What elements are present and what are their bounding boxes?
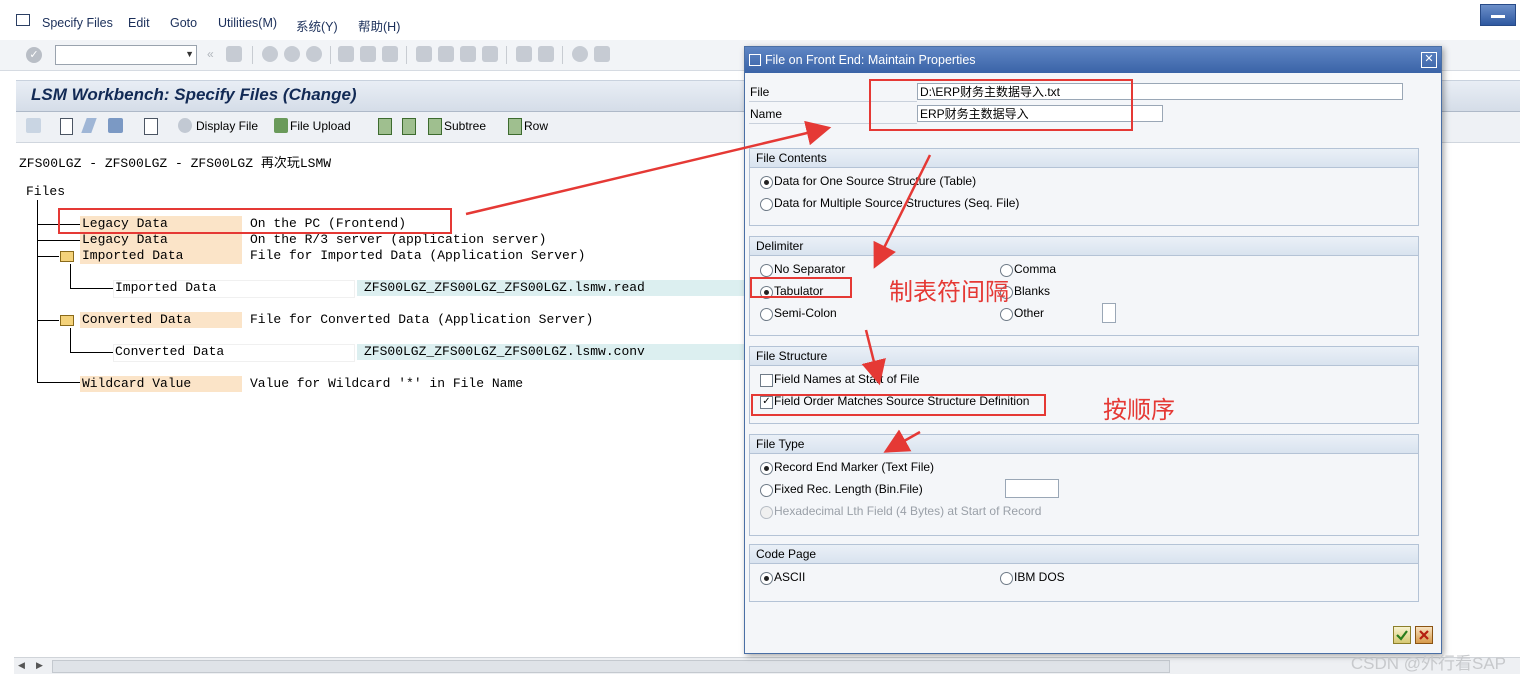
annotation-arrows: [465, 120, 932, 453]
arrow-to-structure: [861, 329, 886, 386]
arrow-to-file-type: [883, 429, 921, 453]
watermark: CSDN @外行看SAP: [1350, 654, 1506, 673]
annotation-order-note: 按顺序: [1103, 397, 1175, 424]
arrow-to-file: [465, 120, 832, 216]
annotation-tab-note: 制表符间隔: [889, 279, 1009, 306]
arrow-to-delimiter: [873, 154, 932, 269]
